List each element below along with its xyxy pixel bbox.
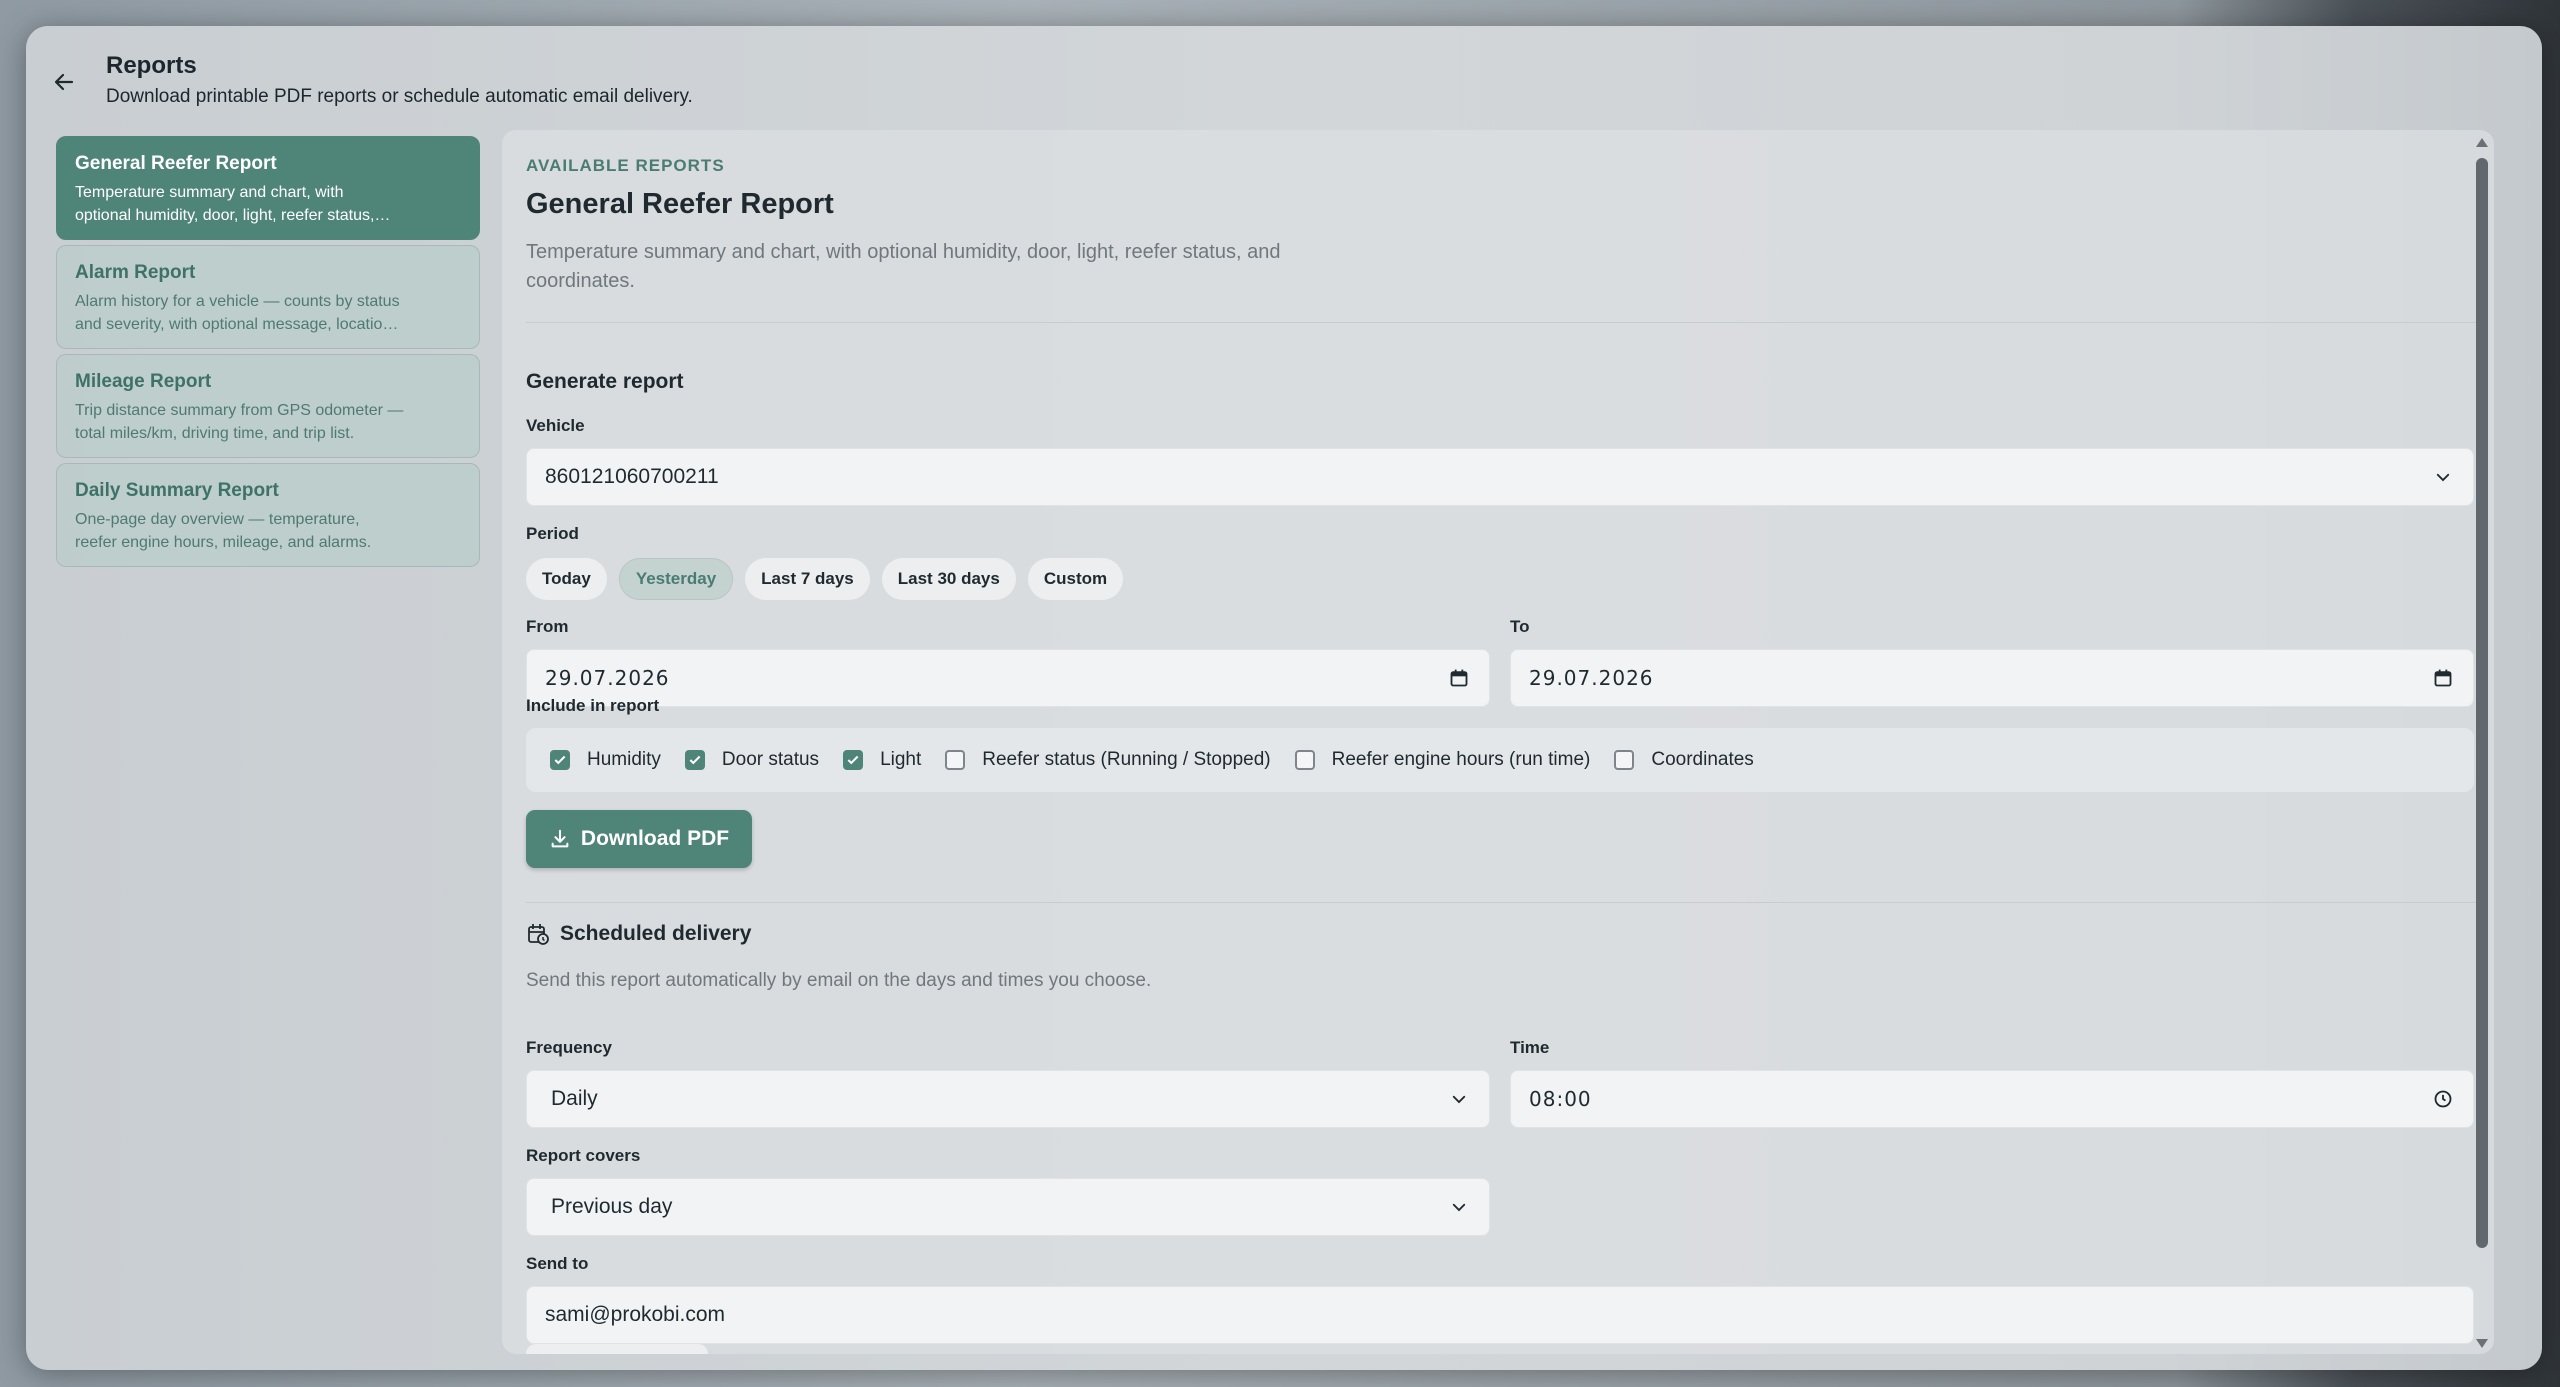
report-item-mileage[interactable]: Mileage Report Trip distance summary fro… bbox=[56, 354, 480, 458]
report-item-title: Alarm Report bbox=[75, 262, 196, 283]
include-humidity-checkbox[interactable]: Humidity bbox=[550, 749, 661, 771]
period-chip-yesterday[interactable]: Yesterday bbox=[618, 558, 734, 600]
report-covers-value: Previous day bbox=[551, 1195, 673, 1218]
time-input-value: 08:00 bbox=[1529, 1087, 1592, 1111]
partial-button-offscreen[interactable] bbox=[526, 1344, 708, 1354]
include-coordinates-checkbox[interactable]: Coordinates bbox=[1614, 749, 1754, 771]
report-item-title: Daily Summary Report bbox=[75, 480, 279, 501]
report-panel: AVAILABLE REPORTS General Reefer Report … bbox=[502, 130, 2494, 1354]
to-date-input[interactable]: 29.07.2026 bbox=[1510, 649, 2474, 707]
scheduled-delivery-heading: Scheduled delivery bbox=[526, 922, 751, 946]
frequency-label: Frequency bbox=[526, 1038, 612, 1057]
calendar-icon[interactable] bbox=[1447, 666, 1471, 690]
vehicle-select-value: 860121060700211 bbox=[545, 465, 719, 488]
include-door-status-checkbox[interactable]: Door status bbox=[684, 749, 820, 771]
reports-window: Reports Download printable PDF reports o… bbox=[26, 26, 2542, 1370]
period-chip-last-30-days[interactable]: Last 30 days bbox=[881, 558, 1016, 600]
from-date-value: 29.07.2026 bbox=[545, 666, 670, 690]
period-chip-last-7-days[interactable]: Last 7 days bbox=[745, 558, 870, 600]
report-item-desc: Alarm history for a vehicle — counts by … bbox=[75, 293, 400, 333]
report-item-title: General Reefer Report bbox=[75, 153, 277, 174]
include-reefer-status-checkbox[interactable]: Reefer status (Running / Stopped) bbox=[945, 749, 1271, 771]
include-label: Include in report bbox=[526, 696, 660, 715]
scheduled-delivery-desc: Send this report automatically by email … bbox=[526, 970, 1152, 991]
arrow-left-icon bbox=[54, 73, 74, 91]
frequency-select-value: Daily bbox=[551, 1087, 598, 1110]
report-description: Temperature summary and chart, with opti… bbox=[526, 241, 1281, 292]
download-pdf-label: Download PDF bbox=[580, 827, 730, 850]
to-label: To bbox=[1510, 617, 1530, 636]
scheduled-delivery-title: Scheduled delivery bbox=[560, 922, 752, 945]
report-item-desc: One-page day overview — temperature, ree… bbox=[75, 511, 372, 551]
time-label: Time bbox=[1510, 1038, 1550, 1057]
report-item-desc: Trip distance summary from GPS odometer … bbox=[75, 402, 404, 442]
checkbox-empty-icon[interactable] bbox=[945, 750, 966, 770]
divider bbox=[526, 902, 2476, 903]
include-light-label: Light bbox=[880, 749, 922, 770]
scroll-down-arrow-icon[interactable] bbox=[2476, 1339, 2488, 1348]
include-coordinates-label: Coordinates bbox=[1651, 749, 1754, 770]
report-item-desc: Temperature summary and chart, with opti… bbox=[75, 184, 391, 224]
include-door-status-label: Door status bbox=[721, 749, 820, 770]
checkbox-empty-icon[interactable] bbox=[1294, 750, 1315, 770]
report-list: General Reefer Report Temperature summar… bbox=[56, 136, 480, 572]
from-label: From bbox=[526, 617, 569, 636]
checkbox-empty-icon[interactable] bbox=[1614, 750, 1635, 770]
chevron-down-icon bbox=[1447, 1087, 1471, 1111]
frequency-select[interactable]: Daily bbox=[526, 1070, 1490, 1128]
send-to-label: Send to bbox=[526, 1254, 589, 1273]
checkbox-checked-icon[interactable] bbox=[550, 750, 570, 770]
period-chip-group: Today Yesterday Last 7 days Last 30 days… bbox=[526, 558, 1124, 600]
back-button[interactable] bbox=[46, 64, 82, 100]
period-chip-today[interactable]: Today bbox=[526, 558, 607, 600]
download-pdf-button[interactable]: Download PDF bbox=[526, 810, 752, 868]
page-subtitle: Download printable PDF reports or schedu… bbox=[106, 86, 693, 107]
vehicle-label: Vehicle bbox=[526, 416, 585, 435]
time-input[interactable]: 08:00 bbox=[1510, 1070, 2474, 1128]
period-chip-custom[interactable]: Custom bbox=[1027, 558, 1124, 600]
include-light-checkbox[interactable]: Light bbox=[843, 749, 921, 771]
divider bbox=[526, 322, 2476, 323]
report-covers-select[interactable]: Previous day bbox=[526, 1178, 1490, 1236]
report-title: General Reefer Report bbox=[526, 188, 834, 220]
include-reefer-engine-hours-checkbox[interactable]: Reefer engine hours (run time) bbox=[1294, 749, 1591, 771]
calendar-clock-icon bbox=[528, 924, 549, 945]
include-reefer-status-label: Reefer status (Running / Stopped) bbox=[982, 749, 1271, 770]
scroll-thumb[interactable] bbox=[2476, 158, 2488, 1248]
report-item-general-reefer[interactable]: General Reefer Report Temperature summar… bbox=[56, 136, 480, 240]
vehicle-select[interactable]: 860121060700211 bbox=[526, 448, 2474, 506]
report-covers-label: Report covers bbox=[526, 1146, 641, 1165]
include-options: Humidity Door status Light Reefer status… bbox=[526, 728, 2474, 792]
period-label: Period bbox=[526, 524, 579, 543]
page-title: Reports bbox=[106, 52, 197, 79]
send-to-input[interactable]: sami@prokobi.com bbox=[526, 1286, 2474, 1344]
report-item-alarm[interactable]: Alarm Report Alarm history for a vehicle… bbox=[56, 245, 480, 349]
report-item-title: Mileage Report bbox=[75, 371, 212, 392]
section-kicker: AVAILABLE REPORTS bbox=[526, 156, 725, 175]
checkbox-checked-icon[interactable] bbox=[684, 750, 705, 770]
calendar-icon[interactable] bbox=[2431, 666, 2455, 690]
download-icon bbox=[551, 829, 569, 848]
report-item-daily-summary[interactable]: Daily Summary Report One-page day overvi… bbox=[56, 463, 480, 567]
chevron-down-icon bbox=[2431, 465, 2455, 489]
scroll-up-arrow-icon[interactable] bbox=[2476, 138, 2488, 147]
chevron-down-icon bbox=[1447, 1195, 1471, 1219]
from-date-input[interactable]: 29.07.2026 bbox=[526, 649, 1490, 707]
send-to-value: sami@prokobi.com bbox=[545, 1303, 726, 1326]
scrollbar[interactable] bbox=[2470, 130, 2494, 1354]
clock-icon[interactable] bbox=[2431, 1087, 2455, 1111]
generate-report-heading: Generate report bbox=[526, 370, 684, 393]
include-humidity-label: Humidity bbox=[587, 749, 661, 770]
to-date-value: 29.07.2026 bbox=[1529, 666, 1654, 690]
checkbox-checked-icon[interactable] bbox=[843, 750, 864, 770]
include-reefer-engine-hours-label: Reefer engine hours (run time) bbox=[1331, 749, 1591, 770]
